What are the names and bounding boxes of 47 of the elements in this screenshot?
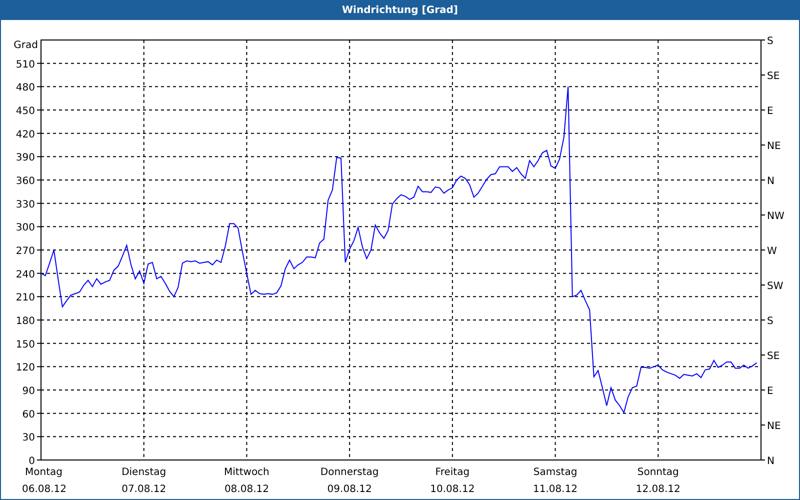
y-tick-label: 360 bbox=[16, 176, 35, 187]
window-title: Windrichtung [Grad] bbox=[1, 1, 799, 20]
y-tick-label: 90 bbox=[22, 386, 35, 397]
compass-label: NE bbox=[767, 141, 781, 152]
y-tick-label: 240 bbox=[16, 269, 35, 280]
date-label: 10.08.12 bbox=[430, 484, 475, 495]
compass-label: NW bbox=[767, 211, 784, 222]
compass-label: SE bbox=[767, 71, 780, 82]
compass-label: S bbox=[767, 316, 774, 327]
date-label: 06.08.12 bbox=[22, 484, 67, 495]
y-tick-label: 450 bbox=[16, 106, 35, 117]
date-label: 08.08.12 bbox=[224, 484, 269, 495]
day-label: Dienstag bbox=[122, 467, 166, 478]
y-axis-label: Grad bbox=[14, 40, 38, 51]
day-label: Sonntag bbox=[637, 467, 679, 478]
compass-label: SW bbox=[767, 281, 784, 292]
y-tick-label: 390 bbox=[16, 152, 35, 164]
date-label: 09.08.12 bbox=[327, 484, 372, 495]
compass-label: E bbox=[767, 106, 774, 117]
y-tick-label: 480 bbox=[16, 82, 35, 94]
y-tick-label: 210 bbox=[16, 292, 35, 304]
y-tick-label: 270 bbox=[16, 246, 35, 257]
compass-label: W bbox=[767, 246, 777, 257]
y-tick-label: 60 bbox=[22, 409, 35, 420]
day-label: Samstag bbox=[533, 467, 578, 478]
y-tick-label: 120 bbox=[16, 362, 35, 374]
y-tick-label: 180 bbox=[16, 316, 35, 327]
y-tick-label: 150 bbox=[16, 339, 35, 350]
y-tick-label: 330 bbox=[16, 199, 35, 210]
date-label: 12.08.12 bbox=[636, 484, 680, 495]
y-tick-label: 300 bbox=[16, 222, 35, 234]
compass-label: S bbox=[767, 36, 774, 47]
y-tick-label: 30 bbox=[22, 432, 35, 444]
compass-label: N bbox=[767, 456, 774, 467]
y-tick-label: 0 bbox=[28, 456, 35, 467]
compass-label: NE bbox=[767, 421, 781, 432]
day-label: Donnerstag bbox=[320, 467, 379, 478]
y-tick-label: 420 bbox=[16, 129, 35, 140]
day-label: Montag bbox=[25, 467, 62, 478]
compass-label: N bbox=[767, 176, 774, 187]
y-tick-label: 510 bbox=[16, 59, 35, 70]
date-label: 11.08.12 bbox=[533, 484, 578, 495]
day-label: Mittwoch bbox=[224, 467, 270, 478]
date-label: 07.08.12 bbox=[122, 484, 166, 495]
compass-label: E bbox=[767, 386, 774, 397]
day-label: Freitag bbox=[435, 467, 470, 478]
compass-label: SE bbox=[767, 351, 780, 362]
